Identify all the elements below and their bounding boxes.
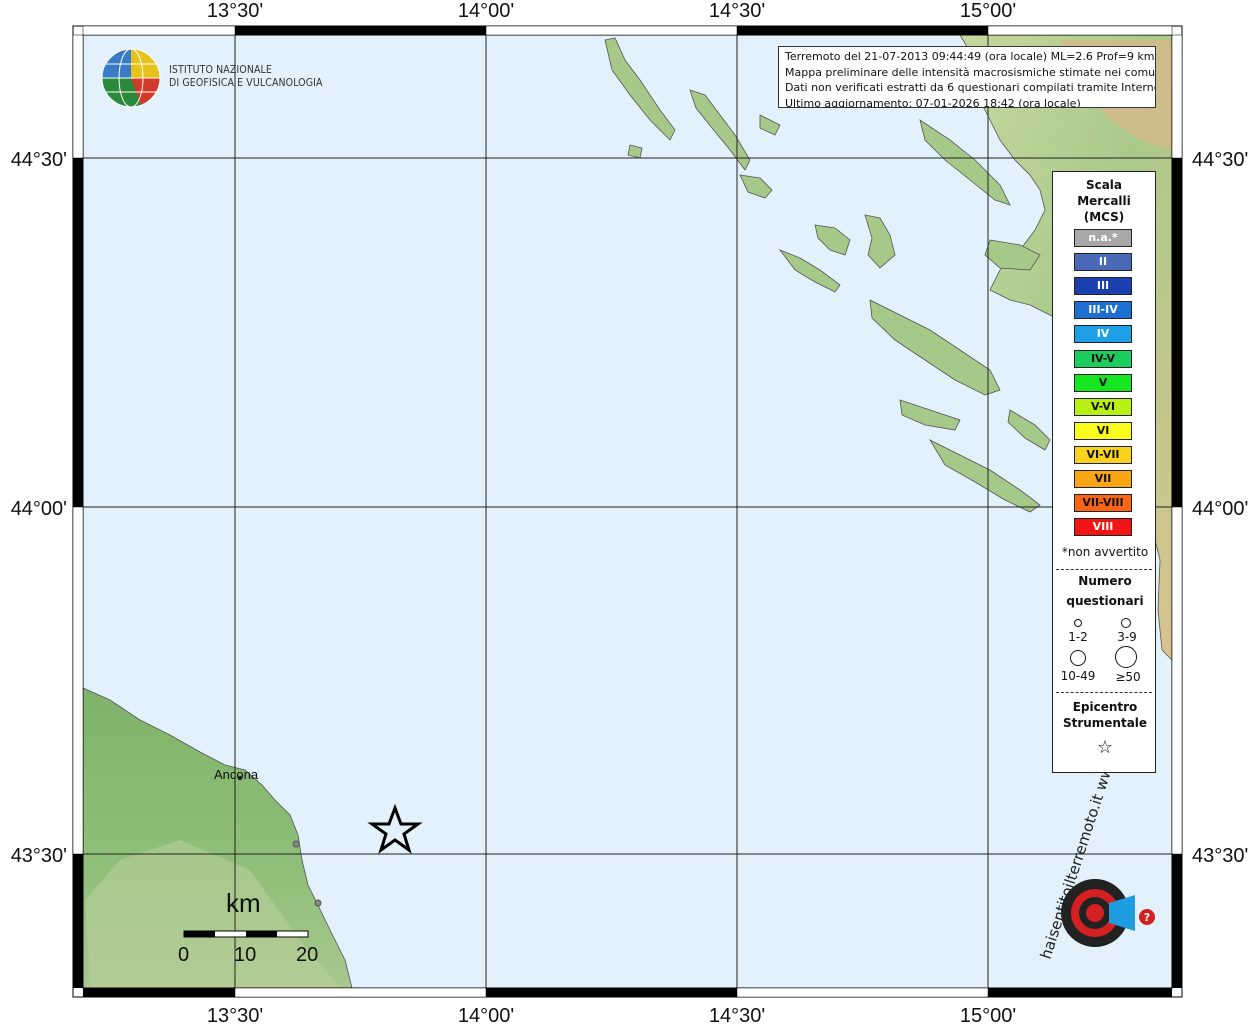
legend-star-icon: ☆	[1096, 737, 1114, 758]
city-label-ancona: Ancona	[214, 767, 259, 782]
lon-tick: 14°30'	[709, 0, 765, 22]
ingv-logo-text: ISTITUTO NAZIONALE DI GEOFISICA E VULCAN…	[169, 64, 323, 90]
coast-marker	[314, 899, 322, 907]
lat-tick: 44°30'	[1192, 149, 1248, 171]
mcs-scale-item: IV-V	[1074, 349, 1132, 368]
legend-divider	[1056, 692, 1152, 693]
scale-unit-label: km	[226, 888, 261, 918]
scale-tick-label: 20	[296, 944, 319, 966]
size-circle-small	[1074, 619, 1082, 627]
scale-tick-label: 0	[178, 944, 190, 966]
lat-tick: 44°00'	[11, 498, 67, 520]
lon-tick: 13°30'	[207, 1005, 263, 1024]
legend-subtitle: Strumentale	[1062, 716, 1148, 730]
lon-tick: 14°00'	[458, 0, 514, 22]
event-info-line: Mappa preliminare delle intensità macros…	[785, 65, 1156, 79]
ingv-logo-icon	[101, 48, 161, 108]
legend-title-line: Mercalli	[1077, 194, 1131, 208]
event-info-box: Terremoto del 21-07-2013 09:44:49 (ora l…	[778, 46, 1156, 108]
size-circle-large	[1070, 650, 1086, 666]
mcs-scale-item: VI	[1074, 421, 1132, 440]
coast-marker	[292, 840, 300, 848]
mcs-scale-item: VII-VIII	[1074, 494, 1132, 513]
scale-tick-label: 10	[234, 944, 257, 966]
lon-tick: 15°00'	[960, 0, 1016, 22]
mcs-scale-item: V-VI	[1074, 397, 1132, 416]
lat-tick: 43°30'	[11, 845, 67, 867]
lon-ticks-bottom: 13°30' 14°00' 14°30' 15°00'	[207, 1005, 1016, 1024]
size-label: ≥50	[1115, 670, 1141, 684]
legend-title: Scala Mercalli (MCS)	[1053, 177, 1155, 225]
legend-subtitle: Epicentro	[1072, 700, 1138, 714]
size-label: 3-9	[1117, 630, 1137, 644]
lat-tick: 43°30'	[1192, 845, 1248, 867]
lat-ticks-left: 44°30' 44°00' 43°30'	[11, 149, 67, 867]
mcs-scale-item: VIII	[1074, 518, 1132, 537]
mcs-scale-item: VII	[1074, 470, 1132, 488]
mcs-scale-item: V	[1074, 373, 1132, 392]
svg-text:?: ?	[1144, 911, 1150, 924]
size-label: 1-2	[1068, 630, 1088, 644]
legend-title-line: (MCS)	[1083, 210, 1125, 224]
mcs-scale-item: IV	[1074, 325, 1132, 344]
logo-line: DI GEOFISICA E VULCANOLOGIA	[169, 77, 323, 89]
event-info-line: Terremoto del 21-07-2013 09:44:49 (ora l…	[785, 50, 1155, 63]
lon-tick: 15°00'	[960, 1005, 1016, 1024]
lat-tick: 44°30'	[11, 149, 67, 171]
legend-subtitle: questionari	[1066, 594, 1144, 608]
event-info-line: Dati non verificati estratti da 6 questi…	[785, 81, 1156, 94]
lat-ticks-right: 44°30' 44°00' 43°30'	[1192, 149, 1248, 867]
size-circle-xlarge	[1115, 646, 1137, 668]
lon-tick: 13°30'	[207, 0, 263, 22]
legend-panel: Scala Mercalli (MCS) n.a.* II III III-IV IV I…	[1052, 171, 1156, 773]
mcs-scale-item: VI-VII	[1074, 445, 1132, 464]
legend-subtitle: Numero	[1078, 574, 1132, 588]
lat-tick: 44°00'	[1192, 498, 1248, 520]
lon-tick: 14°00'	[458, 1005, 514, 1024]
mcs-scale-item: n.a.*	[1074, 229, 1132, 247]
lon-tick: 14°30'	[709, 1005, 765, 1024]
event-info-line: Ultimo aggiornamento: 07-01-2026 18:42 (…	[785, 96, 1081, 108]
scale-bar	[183, 930, 309, 938]
legend-note: *non avvertito	[1061, 545, 1149, 559]
mcs-scale-item: III-IV	[1074, 301, 1132, 320]
legend-title-line: Scala	[1085, 178, 1123, 192]
lon-ticks-top: 13°30' 14°00' 14°30' 15°00'	[207, 0, 1016, 22]
legend-divider	[1056, 569, 1152, 570]
mcs-scale-item: III	[1074, 277, 1132, 296]
logo-line: ISTITUTO NAZIONALE	[169, 64, 272, 76]
size-label: 10-49	[1060, 669, 1096, 683]
size-circle-medium	[1121, 618, 1131, 628]
mcs-scale-item: II	[1074, 253, 1132, 272]
